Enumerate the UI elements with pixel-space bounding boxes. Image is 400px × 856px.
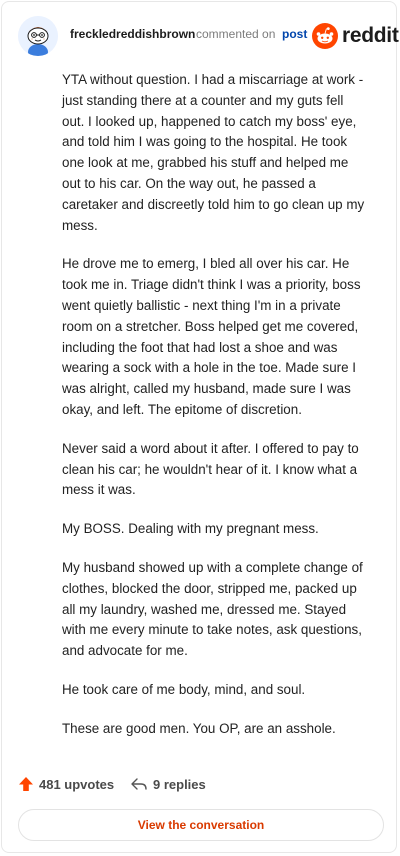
reddit-snoo-icon [312,23,338,49]
action-text: commented on [196,27,276,41]
comment-header: freckledreddishbrown commented on post r… [18,16,399,56]
comment-card: freckledreddishbrown commented on post r… [1,1,399,853]
reply-arrow-icon [131,778,147,790]
comment-paragraph: He took care of me body, mind, and soul. [62,681,306,697]
username-link[interactable]: freckledreddishbrown [70,27,195,41]
upvote-arrow-icon [19,777,33,791]
post-link[interactable]: post [282,27,307,41]
comment-footer: 481 upvotes 9 replies [18,774,384,796]
comment-paragraph: My BOSS. Dealing with my pregnant mess. [62,521,319,537]
reddit-wordmark: reddit [342,24,399,47]
comment-paragraph: Never said a word about it after. I offe… [62,440,359,498]
comment-paragraph: My husband showed up with a complete cha… [62,559,363,659]
upvote-button[interactable]: 481 upvotes [18,776,114,792]
view-conversation-button[interactable]: View the conversation [18,809,384,841]
comment-paragraph: YTA without question. I had a miscarriag… [62,72,365,233]
user-avatar[interactable] [18,16,58,56]
reddit-logo[interactable]: reddit [312,20,399,52]
comment-body: YTA without question. I had a miscarriag… [62,70,366,758]
comment-paragraph: These are good men. You OP, are an assho… [62,720,336,736]
snoo-avatar-icon [18,16,58,56]
comment-paragraph: He drove me to emerg, I bled all over hi… [62,256,361,417]
upvote-count: 481 upvotes [39,776,115,792]
replies-count: 9 replies [153,776,206,792]
replies-button[interactable]: 9 replies [130,776,206,792]
